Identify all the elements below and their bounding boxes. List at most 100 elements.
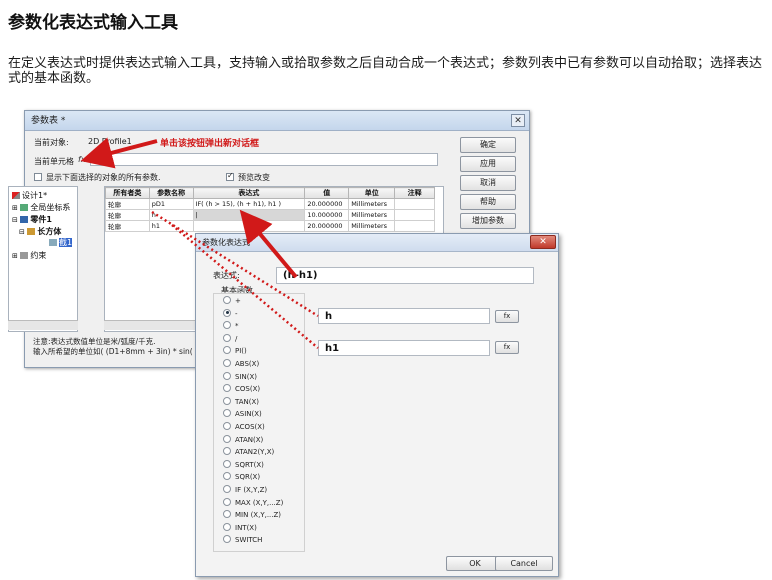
radio-button[interactable] [223,321,231,330]
radio-button[interactable] [223,396,231,405]
radio-button[interactable] [223,296,231,304]
expression-cell[interactable] [192,220,306,232]
function-option[interactable]: / [223,333,237,343]
owner-cell[interactable]: 轮廓 [105,198,150,210]
unit-cell[interactable]: Millimeters [348,209,396,221]
expression-cell[interactable]: | [192,209,306,221]
tree-item-part[interactable]: ⊟ 零件1 [12,214,52,225]
radio-button[interactable] [223,384,231,393]
function-option[interactable]: * [223,321,239,330]
apply-button[interactable]: 应用 [460,156,516,172]
function-option[interactable]: COS(X) [223,384,261,394]
radio-button[interactable] [223,485,231,493]
unit-cell[interactable]: Millimeters [348,198,396,210]
expression-cell[interactable]: IF( (h > 15), (h + h1), h1 ) [192,198,306,210]
function-label: INT(X) [235,523,257,532]
radio-button[interactable] [223,510,231,519]
function-option[interactable]: SWITCH [223,535,262,544]
column-header[interactable]: 单位 [348,187,396,199]
show-all-checkbox[interactable] [34,173,42,181]
cancel-button[interactable]: Cancel [495,556,553,571]
radio-button[interactable] [223,346,231,355]
tree-item-design[interactable]: 设计1* [12,190,47,201]
function-option[interactable]: ABS(X) [223,359,259,368]
radio-button[interactable] [223,472,231,481]
cancel-button[interactable]: 取消 [460,175,516,191]
ok-button[interactable]: 确定 [460,137,516,153]
fx-expression-button[interactable]: fx [78,155,86,164]
value-cell[interactable]: 20.000000 [304,220,350,232]
function-option[interactable]: INT(X) [223,522,257,532]
note-cell[interactable] [394,209,435,221]
radio-button[interactable] [223,535,231,544]
help-button[interactable]: 帮助 [460,194,516,210]
table-row[interactable]: 轮廓 pD1 IF( (h > 15), (h + h1), h1 ) 20.0… [105,198,435,210]
close-icon[interactable]: ✕ [511,114,525,127]
unit-cell[interactable]: Millimeters [348,220,396,232]
function-option[interactable]: - [223,308,238,318]
function-option[interactable]: SQRT(X) [223,459,264,469]
radio-button[interactable] [223,422,231,430]
table-row[interactable]: 轮廓 h1 20.000000 Millimeters [105,220,435,232]
value-cell[interactable]: 10.000000 [304,209,350,221]
function-option[interactable]: ASIN(X) [223,409,262,418]
name-cell[interactable]: h1 [148,220,194,232]
function-option[interactable]: TAN(X) [223,396,259,406]
radio-button[interactable] [223,447,231,456]
function-option[interactable]: MIN (X,Y,...Z) [223,510,281,519]
add-parameter-button[interactable]: 增加参数 [460,213,516,229]
value-cell[interactable]: 20.000000 [304,198,350,210]
function-option[interactable]: ATAN(X) [223,434,263,444]
column-header[interactable]: 注释 [394,187,435,199]
function-label: PI() [235,347,247,356]
preview-checkbox[interactable] [226,171,234,181]
fx-pick-button-1[interactable]: fx [495,310,519,323]
expression-field[interactable]: (h-h1) [276,267,534,284]
function-option[interactable]: SQR(X) [223,472,260,481]
column-header[interactable]: 参数名称 [148,187,194,199]
close-icon[interactable]: ✕ [530,235,556,249]
radio-button[interactable] [223,359,231,367]
name-cell[interactable]: h [148,209,194,221]
name-cell[interactable]: pD1 [148,198,194,210]
radio-button[interactable] [223,522,231,531]
function-option[interactable]: PI() [223,346,247,356]
tree-item-constraint[interactable]: ⊞ 约束 [12,250,46,261]
radio-button[interactable] [223,333,231,342]
radio-button[interactable] [223,308,231,317]
column-header[interactable]: 所有者类 [105,187,150,199]
function-option[interactable]: ATAN2(Y,X) [223,447,274,456]
function-option[interactable]: SIN(X) [223,371,257,381]
operand-field-2[interactable]: h1 [318,340,490,356]
table-row[interactable]: 轮廓 h | 10.000000 Millimeters [105,209,435,221]
collapse-icon[interactable]: ⊟ [12,216,18,224]
function-label: COS(X) [235,385,261,394]
fx-pick-button-2[interactable]: fx [495,341,519,354]
function-option[interactable]: ACOS(X) [223,422,265,431]
radio-button[interactable] [223,409,231,418]
expand-icon[interactable]: ⊞ [12,252,18,260]
expand-icon[interactable]: ⊞ [12,204,18,212]
owner-cell[interactable]: 轮廓 [105,209,150,221]
function-option[interactable]: MAX (X,Y,...Z) [223,497,283,507]
collapse-icon[interactable]: ⊟ [19,228,25,236]
tree-item-body[interactable]: ⊟ 长方体 [19,226,61,237]
radio-button[interactable] [223,459,231,468]
owner-cell[interactable]: 轮廓 [105,220,150,232]
radio-button[interactable] [223,497,231,506]
tree-scrollbar[interactable] [8,320,78,330]
radio-button[interactable] [223,434,231,443]
function-option[interactable]: + [223,296,241,305]
tree-item-sketch[interactable]: 截1 [49,237,73,248]
tree-label: 零件1 [30,215,52,224]
function-option[interactable]: IF (X,Y,Z) [223,485,267,494]
design-tree[interactable]: 设计1* ⊞ 全局坐标系 ⊟ 零件1 ⊟ 长方体 截1 ⊞ 约束 [8,186,78,332]
column-header[interactable]: 值 [304,187,350,199]
radio-button[interactable] [223,371,231,380]
current-cell-field[interactable] [90,153,438,166]
column-header[interactable]: 表达式 [192,187,306,199]
tree-item-global[interactable]: ⊞ 全局坐标系 [12,202,70,213]
note-cell[interactable] [394,220,435,232]
note-cell[interactable] [394,198,435,210]
operand-field-1[interactable]: h [318,308,490,324]
